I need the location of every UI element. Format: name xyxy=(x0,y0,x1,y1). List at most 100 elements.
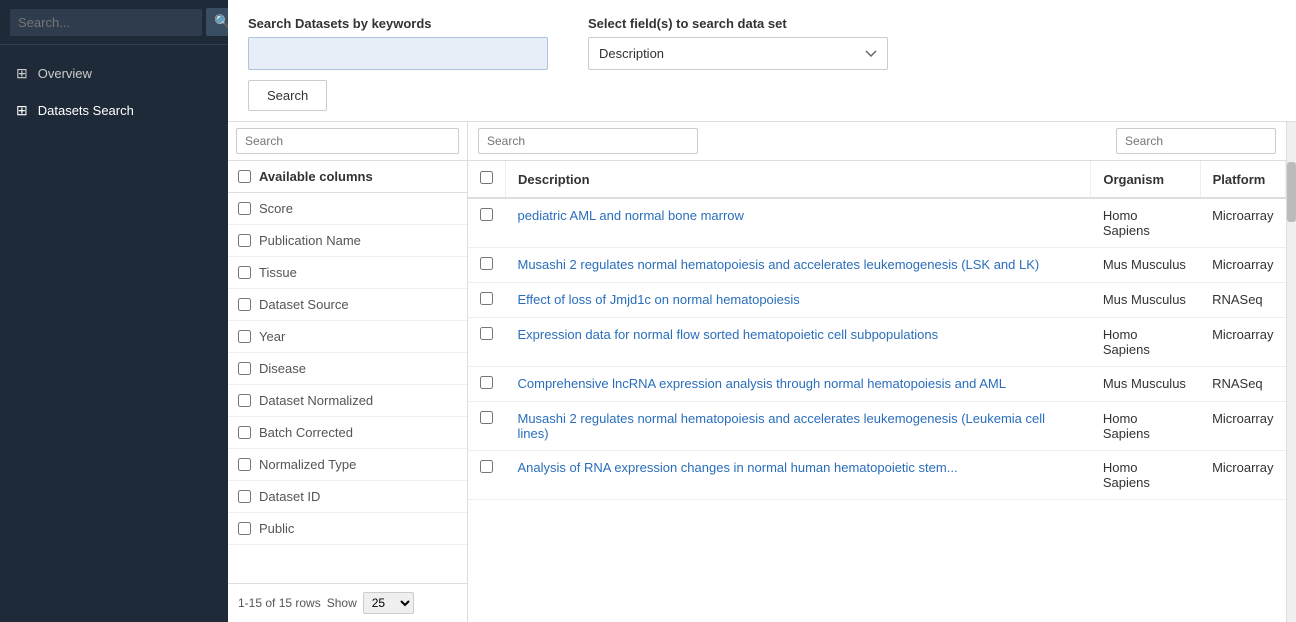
show-select[interactable]: 10 25 50 100 xyxy=(363,592,414,614)
row-description-5: Musashi 2 regulates normal hematopoiesis… xyxy=(506,402,1091,451)
description-link-0[interactable]: pediatric AML and normal bone marrow xyxy=(518,208,744,223)
row-checkbox-0[interactable] xyxy=(480,208,493,221)
description-link-5[interactable]: Musashi 2 regulates normal hematopoiesis… xyxy=(518,411,1046,441)
row-organism-2: Mus Musculus xyxy=(1091,283,1200,318)
column-checkbox-tissue[interactable] xyxy=(238,266,251,279)
header-checkbox-cell xyxy=(468,161,506,198)
description-link-2[interactable]: Effect of loss of Jmjd1c on normal hemat… xyxy=(518,292,800,307)
table-row: Analysis of RNA expression changes in no… xyxy=(468,451,1286,500)
description-link-6[interactable]: Analysis of RNA expression changes in no… xyxy=(518,460,958,475)
rows-count-label: 1-15 of 15 rows xyxy=(238,596,321,610)
keywords-input[interactable]: normal xyxy=(248,37,548,70)
row-checkbox-cell xyxy=(468,402,506,451)
description-link-1[interactable]: Musashi 2 regulates normal hematopoiesis… xyxy=(518,257,1040,272)
column-label-public: Public xyxy=(259,521,294,536)
field-select-label: Select field(s) to search data set xyxy=(588,16,888,31)
header-platform: Platform xyxy=(1200,161,1285,198)
sidebar-search-input[interactable] xyxy=(10,9,202,36)
show-label: Show xyxy=(327,596,357,610)
column-checkbox-year[interactable] xyxy=(238,330,251,343)
column-item-public: Public xyxy=(228,513,467,545)
column-item-year: Year xyxy=(228,321,467,353)
row-checkbox-3[interactable] xyxy=(480,327,493,340)
column-item-batch-corrected: Batch Corrected xyxy=(228,417,467,449)
column-item-publication-name: Publication Name xyxy=(228,225,467,257)
row-checkbox-1[interactable] xyxy=(480,257,493,270)
table-search-left-input[interactable] xyxy=(478,128,698,154)
right-scrollbar[interactable] xyxy=(1286,122,1296,622)
field-select[interactable]: Description Title All Fields xyxy=(588,37,888,70)
column-label-batch-corrected: Batch Corrected xyxy=(259,425,353,440)
row-checkbox-2[interactable] xyxy=(480,292,493,305)
description-link-4[interactable]: Comprehensive lncRNA expression analysis… xyxy=(518,376,1006,391)
available-columns-label: Available columns xyxy=(259,169,373,184)
table-search-row xyxy=(468,122,1286,161)
row-description-1: Musashi 2 regulates normal hematopoiesis… xyxy=(506,248,1091,283)
row-checkbox-cell xyxy=(468,367,506,402)
search-button[interactable]: Search xyxy=(248,80,327,111)
row-checkbox-5[interactable] xyxy=(480,411,493,424)
top-search-area: Search Datasets by keywords normal Selec… xyxy=(228,0,1296,122)
row-checkbox-cell xyxy=(468,451,506,500)
sidebar-item-overview[interactable]: ⊞ Overview xyxy=(0,55,228,92)
columns-search-input[interactable] xyxy=(236,128,459,154)
sidebar-item-datasets-search[interactable]: ⊞ Datasets Search xyxy=(0,92,228,129)
column-checkbox-dataset-source[interactable] xyxy=(238,298,251,311)
row-checkbox-cell xyxy=(468,248,506,283)
row-platform-0: Microarray xyxy=(1200,198,1285,248)
sidebar-item-overview-label: Overview xyxy=(38,66,92,81)
row-platform-2: RNASeq xyxy=(1200,283,1285,318)
select-all-columns-checkbox[interactable] xyxy=(238,170,251,183)
column-checkbox-normalized-type[interactable] xyxy=(238,458,251,471)
description-link-3[interactable]: Expression data for normal flow sorted h… xyxy=(518,327,939,342)
column-checkbox-dataset-normalized[interactable] xyxy=(238,394,251,407)
row-organism-6: Homo Sapiens xyxy=(1091,451,1200,500)
row-checkbox-6[interactable] xyxy=(480,460,493,473)
row-description-2: Effect of loss of Jmjd1c on normal hemat… xyxy=(506,283,1091,318)
row-checkbox-4[interactable] xyxy=(480,376,493,389)
row-description-3: Expression data for normal flow sorted h… xyxy=(506,318,1091,367)
sidebar-search-area: 🔍 xyxy=(0,0,228,45)
columns-panel-footer: 1-15 of 15 rows Show 10 25 50 100 xyxy=(228,583,467,622)
table-row: pediatric AML and normal bone marrow Hom… xyxy=(468,198,1286,248)
column-label-tissue: Tissue xyxy=(259,265,297,280)
column-label-dataset-id: Dataset ID xyxy=(259,489,320,504)
row-organism-1: Mus Musculus xyxy=(1091,248,1200,283)
row-organism-0: Homo Sapiens xyxy=(1091,198,1200,248)
column-checkbox-disease[interactable] xyxy=(238,362,251,375)
sidebar-nav: ⊞ Overview ⊞ Datasets Search xyxy=(0,45,228,139)
top-search-row: Search Datasets by keywords normal Selec… xyxy=(248,16,1276,70)
row-platform-6: Microarray xyxy=(1200,451,1285,500)
row-description-0: pediatric AML and normal bone marrow xyxy=(506,198,1091,248)
column-label-year: Year xyxy=(259,329,285,344)
column-item-score: Score xyxy=(228,193,467,225)
right-scrollbar-thumb xyxy=(1287,162,1296,222)
header-organism: Organism xyxy=(1091,161,1200,198)
table-header-row: Description Organism Platform xyxy=(468,161,1286,198)
grid-icon: ⊞ xyxy=(16,65,28,82)
columns-panel-header: Available columns xyxy=(228,161,467,193)
column-item-dataset-normalized: Dataset Normalized xyxy=(228,385,467,417)
row-description-6: Analysis of RNA expression changes in no… xyxy=(506,451,1091,500)
row-checkbox-cell xyxy=(468,283,506,318)
datasets-table: Description Organism Platform pediatric … xyxy=(468,161,1286,500)
table-wrapper: Description Organism Platform pediatric … xyxy=(468,161,1286,622)
column-label-dataset-source: Dataset Source xyxy=(259,297,349,312)
row-platform-5: Microarray xyxy=(1200,402,1285,451)
column-item-dataset-id: Dataset ID xyxy=(228,481,467,513)
columns-panel: Available columns Score Publication Name… xyxy=(228,122,468,622)
column-checkbox-public[interactable] xyxy=(238,522,251,535)
column-checkbox-dataset-id[interactable] xyxy=(238,490,251,503)
column-checkbox-publication-name[interactable] xyxy=(238,234,251,247)
column-checkbox-score[interactable] xyxy=(238,202,251,215)
table-search-right-input[interactable] xyxy=(1116,128,1276,154)
column-item-normalized-type: Normalized Type xyxy=(228,449,467,481)
column-label-disease: Disease xyxy=(259,361,306,376)
table-row: Musashi 2 regulates normal hematopoiesis… xyxy=(468,248,1286,283)
column-checkbox-batch-corrected[interactable] xyxy=(238,426,251,439)
column-label-dataset-normalized: Dataset Normalized xyxy=(259,393,373,408)
row-platform-4: RNASeq xyxy=(1200,367,1285,402)
columns-search-area xyxy=(228,122,467,161)
select-all-rows-checkbox[interactable] xyxy=(480,171,493,184)
row-platform-1: Microarray xyxy=(1200,248,1285,283)
